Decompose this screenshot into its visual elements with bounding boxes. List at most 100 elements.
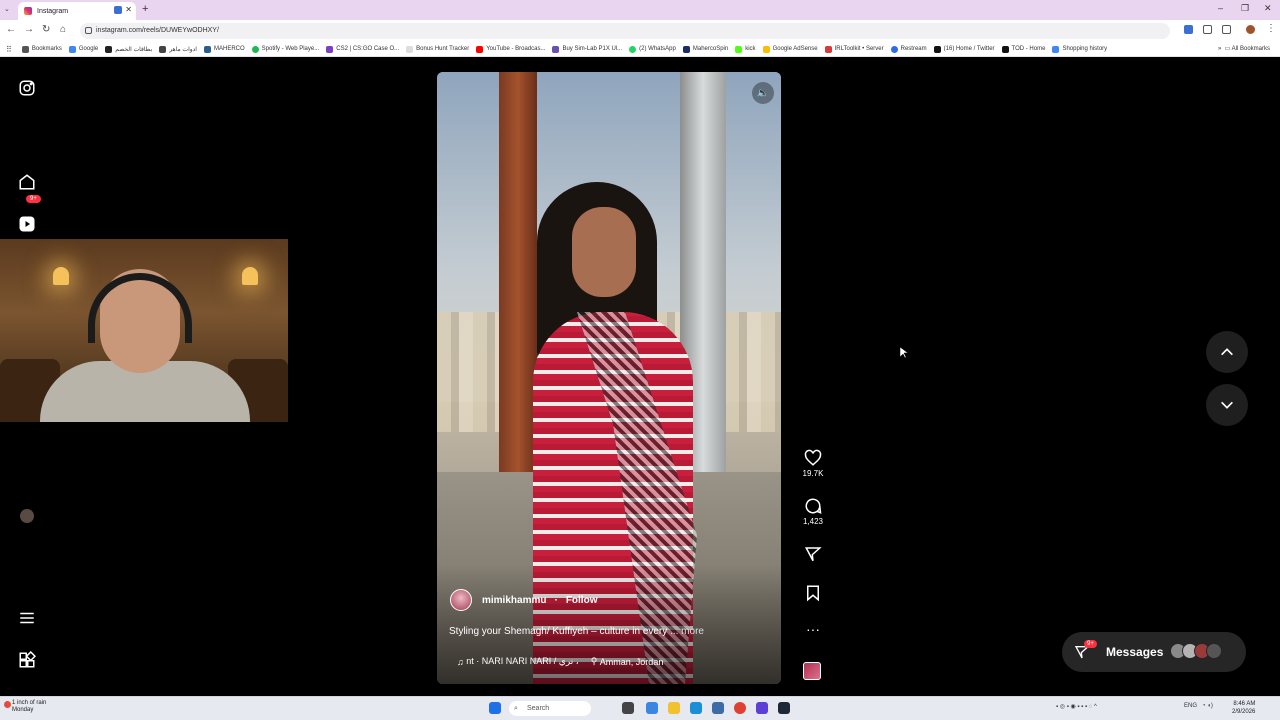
audio-toggle-icon[interactable]: 🔈	[752, 82, 774, 104]
steam-icon[interactable]	[778, 702, 790, 714]
bookmark-favicon-icon	[552, 45, 560, 53]
video-subject-face	[572, 207, 636, 297]
follow-button[interactable]: Follow	[566, 595, 598, 606]
new-tab-button[interactable]: +	[142, 3, 148, 15]
bookmark-item[interactable]: بطاقات الخصم	[105, 45, 152, 53]
bookmark-item[interactable]: MAHERCO	[203, 45, 245, 53]
bookmark-item[interactable]: ادوات ماهر	[159, 45, 197, 53]
language-indicator[interactable]: ENG	[1184, 703, 1197, 709]
more-dots-icon[interactable]: ···	[806, 622, 820, 636]
audio-playing-icon[interactable]	[114, 6, 122, 14]
all-bookmarks-button[interactable]: » ▭ All Bookmarks	[1218, 45, 1270, 52]
minimize-button[interactable]: –	[1218, 3, 1223, 13]
bookmark-item[interactable]: TOD - Home	[1001, 45, 1045, 53]
reload-button[interactable]: ↻	[42, 24, 50, 35]
comment-action[interactable]: 1,423	[801, 497, 825, 526]
bookmark-item[interactable]: Spotify - Web Playe...	[251, 45, 319, 53]
bookmark-favicon-icon	[105, 45, 113, 53]
reel-video[interactable]: 🔈 mimikhammu · Follow Styling your Shema…	[437, 72, 781, 684]
task-view-icon[interactable]	[622, 702, 634, 714]
audio-track[interactable]: nt · NARI NARI NARI / نري ،	[466, 656, 578, 667]
browser-menu-icon[interactable]: ⋮	[1266, 23, 1276, 34]
extensions-puzzle-icon[interactable]	[1203, 25, 1212, 34]
reel-meta: ♫ nt · NARI NARI NARI / نري ، ⚲ Amman, J…	[457, 656, 663, 667]
windows-start-icon[interactable]	[489, 702, 501, 714]
audio-thumbnail[interactable]	[803, 662, 821, 680]
bookmark-item[interactable]: Restream	[890, 45, 927, 53]
chevron-up-icon	[1221, 348, 1233, 356]
weather-widget[interactable]: 1 inch of rain Monday	[12, 700, 46, 714]
back-button[interactable]: ←	[6, 24, 16, 35]
more-menu-icon[interactable]	[14, 605, 40, 631]
shopping-icon	[1052, 45, 1060, 53]
also-from-meta-icon[interactable]	[14, 647, 40, 673]
instagram-favicon-icon	[24, 7, 32, 15]
tab-instagram[interactable]: Instagram ✕	[18, 2, 136, 20]
comment-count: 1,423	[802, 517, 824, 526]
file-explorer-icon[interactable]	[668, 702, 680, 714]
bookmark-item[interactable]: (16) Home / Twitter	[933, 45, 995, 53]
bookmark-item[interactable]: Google AdSense	[762, 45, 818, 53]
reel-location[interactable]: Amman, Jordan	[600, 657, 664, 667]
tray-icons[interactable]: ▪ ◎ ▪ ◉ ▪ ▪ ▪ ◌ ^	[1056, 703, 1097, 710]
author-avatar[interactable]	[450, 589, 472, 611]
profile-avatar-icon[interactable]	[14, 503, 40, 529]
sidepanel-icon[interactable]	[1222, 25, 1231, 34]
comment-icon[interactable]	[804, 497, 822, 515]
messages-button[interactable]: 9+ Messages	[1062, 632, 1246, 672]
site-info-icon[interactable]	[85, 27, 92, 34]
bookmark-item[interactable]: Bookmarks	[21, 45, 62, 53]
share-icon[interactable]	[804, 545, 822, 563]
previous-reel-button[interactable]	[1206, 331, 1248, 373]
bookmark-item[interactable]: Google	[68, 45, 98, 53]
like-action[interactable]: 19.7K	[801, 449, 825, 478]
save-action[interactable]	[801, 584, 825, 602]
reels-icon[interactable]	[14, 211, 40, 237]
address-bar[interactable]: instagram.com/reels/DUWEYwODHXY/	[80, 23, 1170, 39]
screen: ⌄ Instagram ✕ + – ❐ ✕ ← → ↻ ⌂ instagram.…	[0, 0, 1280, 720]
windows-taskbar: 1 inch of rain Monday ⌕ Search ▪ ◎ ▪ ◉ ▪…	[0, 696, 1280, 720]
chrome-icon[interactable]	[734, 702, 746, 714]
caption-more-link[interactable]: ... more	[670, 626, 704, 637]
apps-grid-icon[interactable]: ⠿	[6, 45, 12, 54]
heart-icon[interactable]	[804, 449, 822, 467]
bookmark-item[interactable]: Shopping history	[1052, 45, 1107, 53]
author-username[interactable]: mimikhammu	[482, 595, 546, 606]
bookmark-item[interactable]: CS2 | CS:GO Case O...	[326, 45, 399, 53]
bookmark-favicon-icon	[203, 45, 211, 53]
store-icon[interactable]	[712, 702, 724, 714]
system-clock[interactable]: 8:46 AM 2/9/2026	[1232, 700, 1255, 716]
bookmark-item[interactable]: (2) WhatsApp	[629, 45, 676, 53]
bookmark-item[interactable]: Buy Sim-Lab P1X Ul...	[552, 45, 622, 53]
share-action[interactable]	[801, 545, 825, 563]
close-tab-icon[interactable]: ✕	[125, 5, 132, 14]
extension-icon[interactable]	[1184, 25, 1193, 34]
taskbar-search[interactable]: ⌕ Search	[509, 701, 591, 716]
forward-button[interactable]: →	[24, 24, 34, 35]
webcam-overlay	[0, 239, 288, 422]
bookmark-item[interactable]: Bonus Hunt Tracker	[406, 45, 469, 53]
bookmark-item[interactable]: MahercoSpin	[682, 45, 728, 53]
instagram-logo-icon[interactable]	[14, 75, 40, 101]
bookmark-icon[interactable]	[804, 584, 822, 602]
messages-badge: 9+	[1084, 640, 1097, 648]
bookmark-item[interactable]: YouTube - Broadcas...	[476, 45, 545, 53]
home-icon[interactable]	[14, 169, 40, 195]
bookmark-item[interactable]: kick	[735, 45, 756, 53]
next-reel-button[interactable]	[1206, 384, 1248, 426]
discord-icon[interactable]	[756, 702, 768, 714]
network-volume-icons[interactable]: ◔ ◖)	[1202, 703, 1213, 709]
taskbar-app-icon[interactable]	[646, 702, 658, 714]
edge-icon[interactable]	[690, 702, 702, 714]
x-twitter-icon	[933, 45, 941, 53]
profile-avatar[interactable]	[1246, 25, 1255, 34]
bookmark-favicon-icon	[326, 45, 334, 53]
home-button[interactable]: ⌂	[60, 24, 66, 35]
message-avatars	[1170, 643, 1222, 659]
close-window-button[interactable]: ✕	[1264, 3, 1272, 14]
maximize-button[interactable]: ❐	[1241, 3, 1249, 14]
tab-search-icon[interactable]: ⌄	[4, 5, 10, 13]
avatar	[1206, 643, 1222, 659]
bookmark-item[interactable]: IRLToolkit • Server	[824, 45, 884, 53]
more-options-action[interactable]: ···	[801, 622, 825, 636]
